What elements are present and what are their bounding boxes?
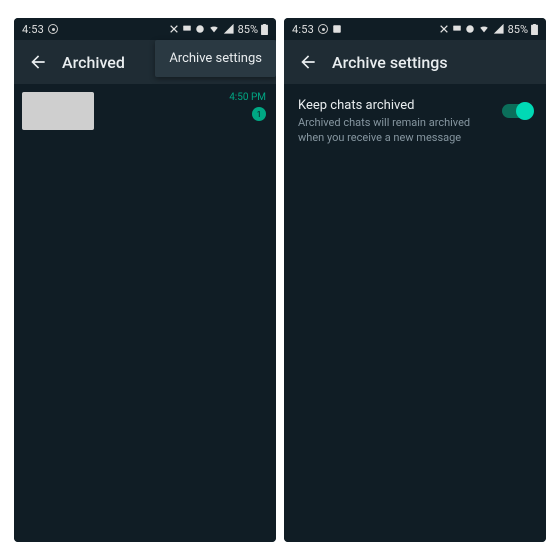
wifi-icon [208, 24, 220, 34]
unread-badge: 1 [252, 107, 266, 121]
nfc-icon [439, 24, 449, 34]
recording-indicator-icon [318, 24, 328, 34]
page-title: Archived [62, 53, 125, 72]
app-bar: Archived Archive settings [14, 40, 276, 84]
battery-icon [261, 24, 268, 35]
signal-icon [223, 24, 235, 34]
menu-item-archive-settings[interactable]: Archive settings [155, 40, 276, 77]
phone-right: 4:53 85% Archive settings Keep chats arc… [284, 18, 546, 542]
chat-avatar-placeholder [22, 92, 94, 130]
setting-description: Archived chats will remain archived when… [298, 116, 492, 146]
nfc-icon [169, 24, 179, 34]
android-icon [195, 24, 205, 34]
status-bar: 4:53 85% [14, 18, 276, 40]
app-bar: Archive settings [284, 40, 546, 84]
cast-icon [452, 24, 462, 34]
status-icons: 85% [169, 23, 268, 36]
archived-chat-row[interactable]: 4:50 PM 1 [14, 84, 276, 138]
battery-percent: 85% [508, 23, 528, 36]
screen-body: 4:50 PM 1 [14, 84, 276, 542]
screen-body: Keep chats archived Archived chats will … [284, 84, 546, 542]
setting-keep-archived[interactable]: Keep chats archived Archived chats will … [284, 84, 546, 160]
phone-left: 4:53 85% Archived Archive settings 4:50 … [14, 18, 276, 542]
cast-icon [182, 24, 192, 34]
wifi-icon [478, 24, 490, 34]
back-button[interactable] [18, 42, 58, 82]
status-icons: 85% [439, 23, 538, 36]
arrow-back-icon [28, 52, 48, 72]
android-icon [465, 24, 475, 34]
arrow-back-icon [298, 52, 318, 72]
setting-title: Keep chats archived [298, 98, 492, 113]
battery-percent: 85% [238, 23, 258, 36]
toggle-switch[interactable] [502, 104, 532, 118]
back-button[interactable] [288, 42, 328, 82]
recording-indicator-icon [48, 24, 58, 34]
status-clock: 4:53 [292, 23, 314, 36]
chat-time: 4:50 PM [229, 92, 266, 103]
chat-meta: 4:50 PM 1 [229, 92, 266, 121]
setting-text: Keep chats archived Archived chats will … [298, 98, 492, 146]
signal-icon [493, 24, 505, 34]
status-clock: 4:53 [22, 23, 44, 36]
status-bar: 4:53 85% [284, 18, 546, 40]
battery-icon [531, 24, 538, 35]
page-title: Archive settings [332, 53, 448, 72]
image-icon [332, 24, 342, 34]
